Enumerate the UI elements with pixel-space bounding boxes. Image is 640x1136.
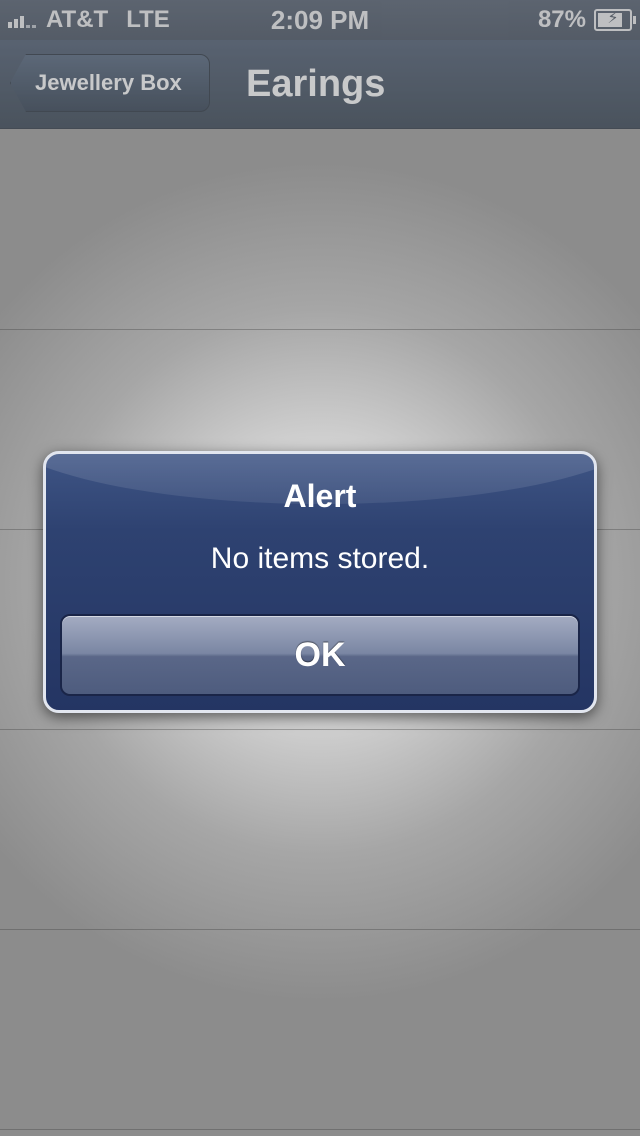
navigation-bar: Jewellery Box Earings bbox=[0, 40, 640, 129]
back-button-label: Jewellery Box bbox=[35, 70, 182, 95]
status-bar: AT&T LTE 2:09 PM 87% ⚡ bbox=[0, 0, 640, 40]
battery-icon: ⚡ bbox=[594, 9, 636, 31]
alert-title: Alert bbox=[283, 478, 357, 514]
alert-message: No items stored. bbox=[210, 542, 430, 575]
page-title: Earings bbox=[246, 63, 386, 105]
back-button[interactable]: Jewellery Box bbox=[10, 54, 210, 112]
alert-dialog: Alert No items stored. OK bbox=[43, 451, 597, 713]
ok-button[interactable]: OK bbox=[60, 614, 580, 696]
battery-percent: 87% bbox=[537, 6, 586, 33]
status-right: 87% ⚡ bbox=[537, 4, 636, 36]
charging-bolt-icon: ⚡ bbox=[607, 10, 619, 27]
list-row bbox=[0, 729, 640, 930]
list-row bbox=[0, 129, 640, 330]
list-row bbox=[0, 929, 640, 1130]
